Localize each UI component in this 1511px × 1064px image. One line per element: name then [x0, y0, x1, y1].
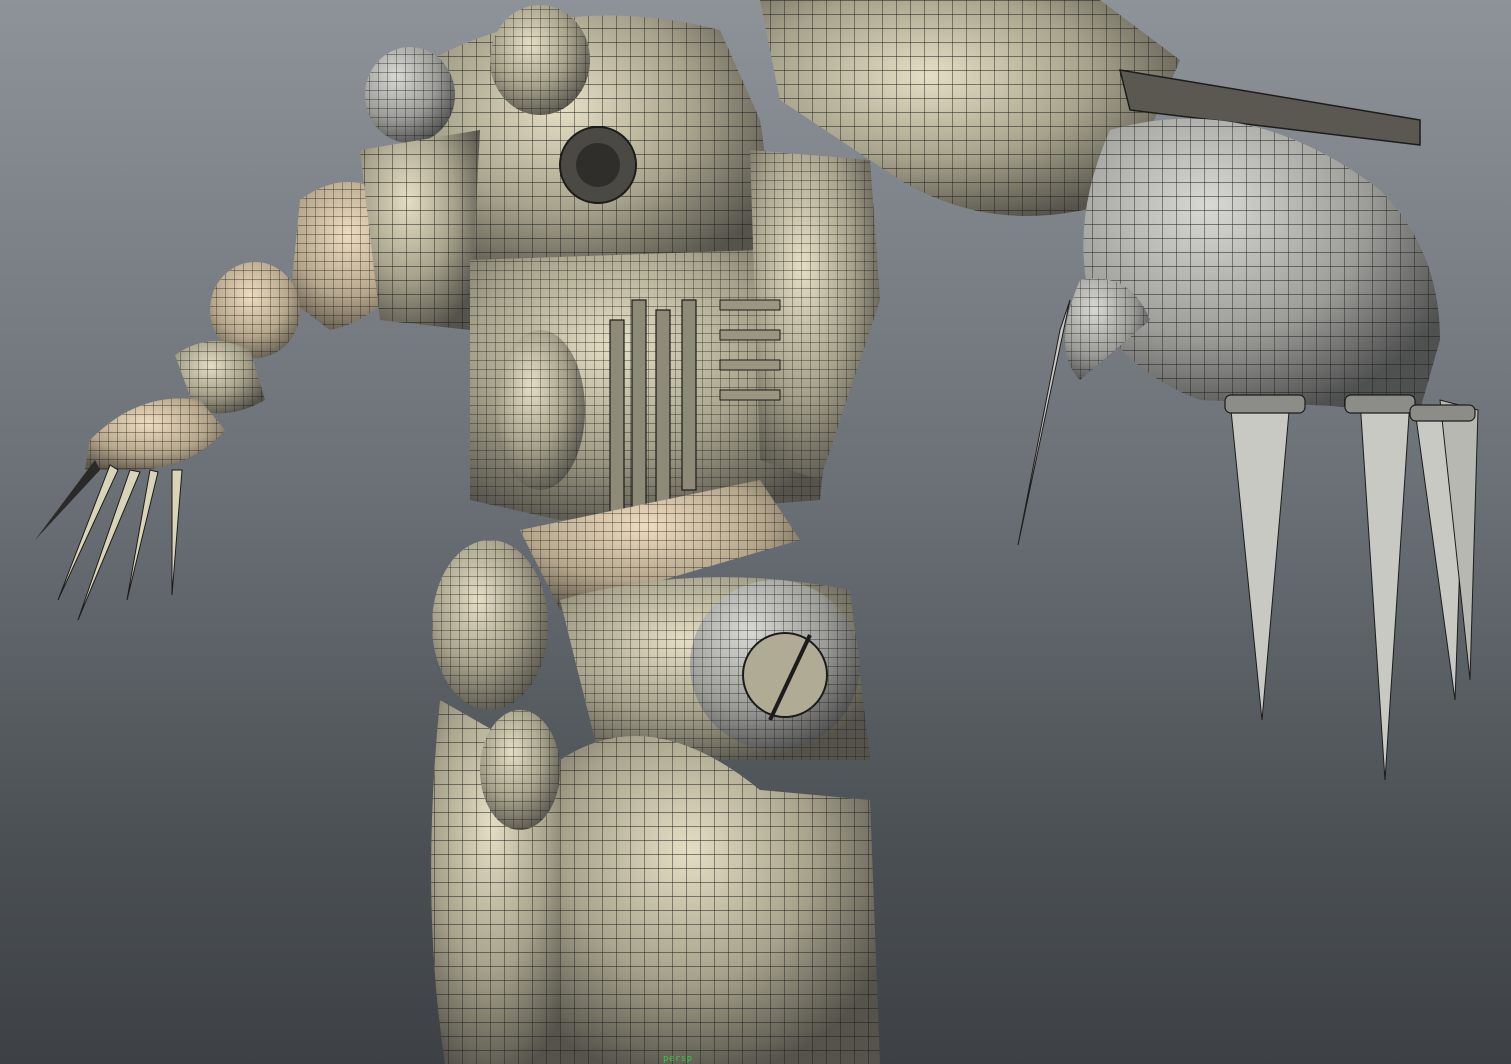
- wireframe-model-render[interactable]: [0, 0, 1511, 1064]
- left-arm: [35, 182, 420, 621]
- maya-3d-viewport[interactable]: persp: [0, 0, 1511, 1064]
- camera-label: persp: [663, 1054, 693, 1064]
- right-arm: [760, 0, 1479, 781]
- pelvis-belt: [432, 480, 870, 760]
